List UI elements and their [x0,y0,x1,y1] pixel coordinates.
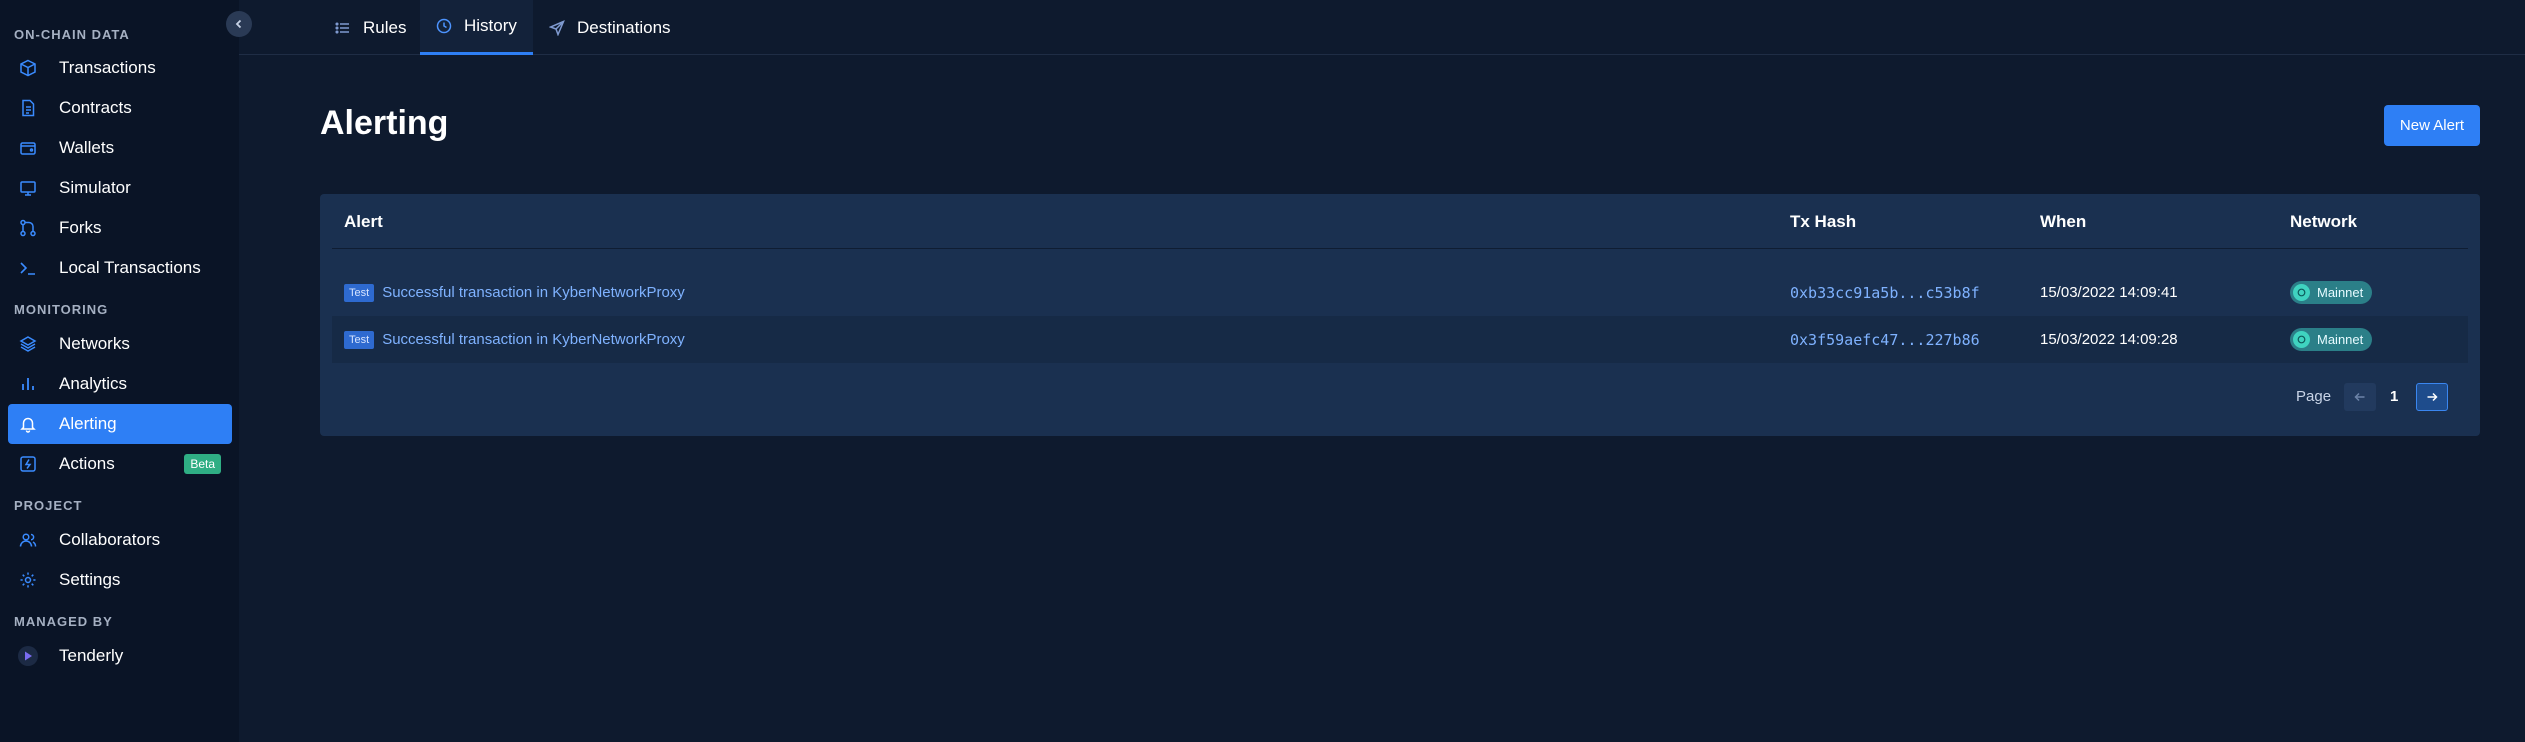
chevron-left-icon [233,18,245,30]
column-header-network: Network [2290,212,2358,231]
terminal-icon [18,258,38,278]
tx-hash-link[interactable]: 0x3f59aefc47...227b86 [1790,331,1980,349]
tab-label: History [464,16,517,35]
network-name: Mainnet [2317,285,2364,300]
alert-link[interactable]: Successful transaction in KyberNetworkPr… [382,331,685,348]
when-cell: 15/03/2022 14:09:41 [2040,269,2178,316]
cube-icon [18,58,38,78]
tenderly-logo-icon [18,646,38,666]
sidebar-item-tenderly[interactable]: Tenderly [8,636,232,676]
page-title: Alerting [320,104,449,142]
test-tag: Test [344,330,375,349]
sidebar-item-label: Contracts [59,98,132,117]
bar-chart-icon [18,374,38,394]
sidebar-item-label: Forks [59,218,102,237]
tab-label: Destinations [577,17,671,37]
sidebar-item-label: Analytics [59,374,128,393]
page-label: Page [2296,388,2332,405]
beta-badge: Beta [184,454,221,474]
section-label-onchain-data: ON-CHAIN DATA [14,27,130,42]
test-tag: Test [344,283,375,302]
current-page-number: 1 [2390,388,2399,405]
sidebar: ON-CHAIN DATA Transactions Contracts Wal… [0,0,239,742]
git-fork-icon [18,218,38,238]
column-header-when: When [2040,212,2087,231]
sidebar-item-alerting[interactable]: Alerting [8,404,232,444]
network-badge: Mainnet [2290,281,2373,304]
network-badge: Mainnet [2290,328,2373,351]
network-cell: Mainnet [2290,316,2373,363]
arrow-left-icon [2354,391,2366,403]
sidebar-item-analytics[interactable]: Analytics [8,364,232,404]
network-cell: Mainnet [2290,269,2373,316]
section-label-managed-by: MANAGED BY [14,614,113,629]
alert-cell: Test Successful transaction in KyberNetw… [344,316,685,363]
pagination: Page 1 [320,383,2480,411]
sidebar-item-label: Wallets [59,138,115,157]
tab-label: Rules [363,17,407,37]
users-icon [18,530,38,550]
clock-icon [436,18,452,34]
sidebar-item-label: Collaborators [59,530,161,549]
column-header-alert: Alert [344,212,383,231]
tx-hash-cell: 0xb33cc91a5b...c53b8f [1790,269,1980,316]
sidebar-item-contracts[interactable]: Contracts [8,88,232,128]
tx-hash-link[interactable]: 0xb33cc91a5b...c53b8f [1790,284,1980,302]
sidebar-item-networks[interactable]: Networks [8,324,232,364]
sidebar-item-settings[interactable]: Settings [8,560,232,600]
alert-history-table: Alert Tx Hash When Network Test Successf… [320,194,2480,436]
sidebar-item-label: Transactions [59,58,156,77]
tab-rules[interactable]: Rules [319,0,422,55]
sidebar-item-label: Simulator [59,178,131,197]
previous-page-button[interactable] [2344,383,2376,411]
gear-icon [18,570,38,590]
table-row[interactable]: Test Successful transaction in KyberNetw… [332,269,2468,316]
when-cell: 15/03/2022 14:09:28 [2040,316,2178,363]
timestamp: 15/03/2022 14:09:28 [2040,331,2178,348]
layers-icon [18,334,38,354]
wallet-icon [18,138,38,158]
sidebar-item-label: Local Transactions [59,258,201,277]
alert-cell: Test Successful transaction in KyberNetw… [344,269,685,316]
timestamp: 15/03/2022 14:09:41 [2040,284,2178,301]
monitor-icon [18,178,38,198]
collapse-sidebar-button[interactable] [226,11,252,37]
document-icon [18,98,38,118]
tab-destinations[interactable]: Destinations [533,0,687,55]
section-label-project: PROJECT [14,498,83,513]
sidebar-item-collaborators[interactable]: Collaborators [8,520,232,560]
sidebar-item-label: Settings [59,570,121,589]
list-icon [335,20,351,36]
sidebar-item-label: Tenderly [59,646,124,665]
section-label-monitoring: MONITORING [14,302,109,317]
sidebar-item-label: Networks [59,334,130,353]
arrow-right-icon [2426,391,2438,403]
ethereum-icon [2293,284,2310,301]
send-icon [549,19,565,36]
sidebar-item-transactions[interactable]: Transactions [8,48,232,88]
network-name: Mainnet [2317,332,2364,347]
sidebar-item-wallets[interactable]: Wallets [8,128,232,168]
tab-history[interactable]: History [420,0,533,55]
sidebar-item-label: Actions [59,454,115,473]
ethereum-icon [2293,331,2310,348]
next-page-button[interactable] [2416,383,2448,411]
sidebar-item-simulator[interactable]: Simulator [8,168,232,208]
column-header-tx-hash: Tx Hash [1790,212,1857,231]
sidebar-item-actions[interactable]: Actions Beta [8,444,232,484]
sidebar-item-label: Alerting [59,414,117,433]
header-divider [332,248,2468,249]
sidebar-item-local-transactions[interactable]: Local Transactions [8,248,232,288]
bell-icon [18,414,38,434]
top-tab-bar: Rules History Destinations [239,0,2525,55]
sidebar-item-forks[interactable]: Forks [8,208,232,248]
table-row[interactable]: Test Successful transaction in KyberNetw… [332,316,2468,363]
tx-hash-cell: 0x3f59aefc47...227b86 [1790,316,1980,363]
alert-link[interactable]: Successful transaction in KyberNetworkPr… [382,284,685,301]
new-alert-button[interactable]: New Alert [2384,105,2480,146]
lightning-icon [18,454,38,474]
